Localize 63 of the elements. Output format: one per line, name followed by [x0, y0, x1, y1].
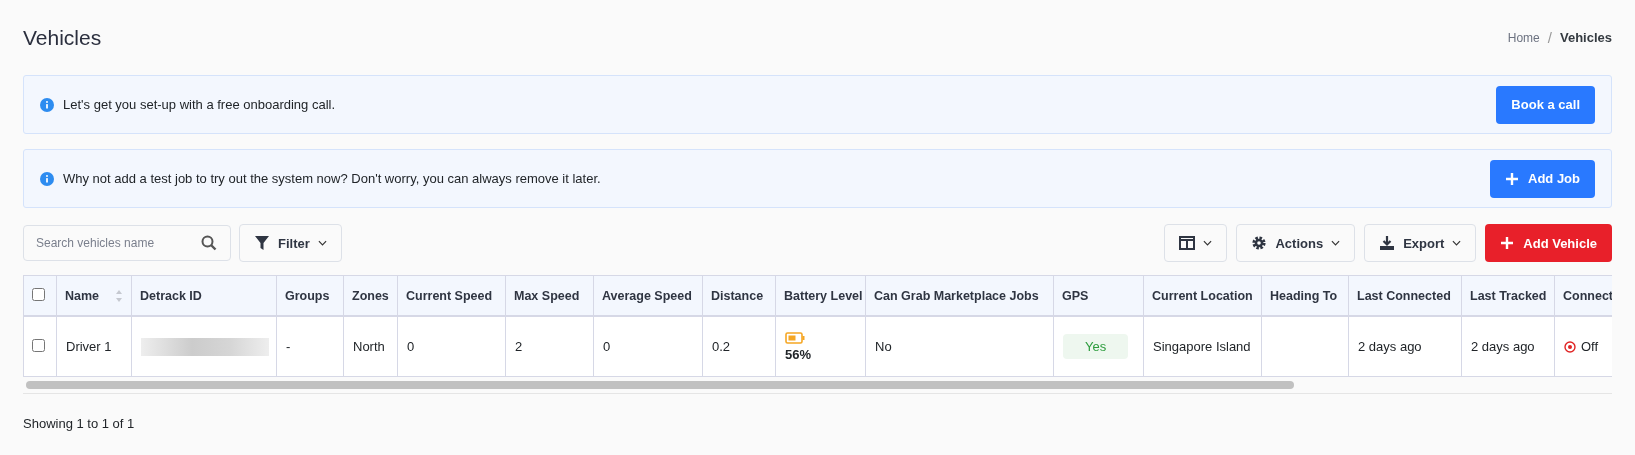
caret-icon	[1203, 240, 1213, 246]
table-cell: Off	[1581, 339, 1599, 354]
column-header: Groups	[276, 275, 344, 316]
table-cell: 0	[407, 339, 415, 354]
plus-icon	[1505, 171, 1519, 186]
table-cell: Driver 1	[66, 339, 112, 354]
search-field[interactable]: Search vehicles name	[23, 225, 231, 261]
column-header: Max Speed	[505, 275, 594, 316]
add-vehicle-button[interactable]: Add Vehicle	[1485, 224, 1612, 262]
caret-icon	[1331, 240, 1341, 246]
gear-icon	[1251, 235, 1268, 251]
funnel-icon	[254, 235, 270, 251]
battery-percentage: 56%	[785, 346, 813, 362]
column-header: Last Connected	[1348, 275, 1462, 316]
sort-icon	[115, 288, 123, 303]
table-cell: 2 days ago	[1471, 339, 1535, 354]
column-header: Can Grab Marketplace Jobs	[865, 275, 1054, 316]
column-header: GPS	[1053, 275, 1144, 316]
page-title: Vehicles	[23, 25, 102, 50]
banner-button[interactable]: Add Job	[1490, 159, 1595, 198]
table-cell: 2	[515, 339, 523, 354]
row-checkbox[interactable]	[32, 338, 45, 352]
info-icon	[40, 171, 54, 186]
column-header: Distance	[702, 275, 776, 316]
table-cell: -	[286, 339, 291, 354]
column-header: Current Location	[1143, 275, 1262, 316]
breadcrumb-item: Vehicles	[1559, 30, 1612, 45]
table-cell: Singapore Island	[1153, 339, 1251, 354]
plus-icon	[1500, 236, 1515, 250]
table-cell: North	[353, 339, 385, 354]
actions-button[interactable]: Actions	[1236, 224, 1356, 262]
table-cell: 0.2	[712, 339, 731, 354]
caret-icon	[317, 240, 327, 246]
column-header: Heading To	[1261, 275, 1349, 316]
battery-icon	[785, 331, 805, 344]
column-header[interactable]: Name	[56, 275, 132, 316]
pagination-info: Showing 1 to 1 of 1	[23, 416, 136, 431]
filter-button[interactable]: Filter	[239, 224, 342, 262]
breadcrumb-separator: /	[1547, 29, 1552, 46]
download-icon	[1379, 235, 1396, 251]
table-cell: No	[875, 339, 892, 354]
column-header: Battery Level	[775, 275, 866, 316]
column-header: Connect	[1554, 275, 1612, 316]
column-header: Last Tracked	[1461, 275, 1555, 316]
export-button[interactable]: Export	[1364, 224, 1477, 262]
select-all-checkbox[interactable]	[32, 287, 45, 301]
column-header: Current Speed	[397, 275, 506, 316]
column-toggle-button[interactable]	[1164, 224, 1228, 262]
breadcrumb-item[interactable]: Home	[1507, 30, 1540, 45]
table-cell: 2 days ago	[1358, 339, 1422, 354]
column-header: Zones	[343, 275, 398, 316]
banner-button[interactable]: Book a call	[1496, 85, 1595, 124]
scrollbar-thumb[interactable]	[26, 381, 1294, 389]
columns-icon	[1179, 235, 1196, 251]
caret-icon	[1452, 240, 1462, 246]
column-header: Average Speed	[593, 275, 703, 316]
search-icon	[201, 235, 217, 251]
column-header: Detrack ID	[131, 275, 277, 316]
info-icon	[40, 97, 54, 112]
banner-message: Why not add a test job to try out the system now? Don't worry, you can always remove it later.	[63, 171, 602, 186]
table-cell: 0	[603, 339, 611, 354]
status-badge: Yes	[1063, 334, 1129, 359]
banner-message: Let's get you set-up with a free onboarding call.	[63, 97, 337, 112]
